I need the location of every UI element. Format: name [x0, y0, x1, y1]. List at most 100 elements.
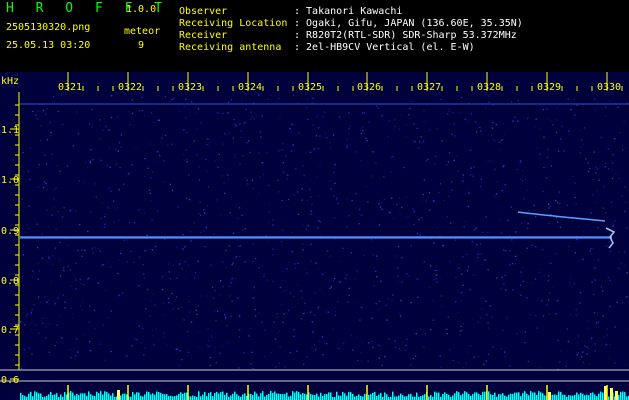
- noise-dot: [101, 264, 103, 266]
- noise-dot: [225, 317, 227, 319]
- noise-dot: [44, 296, 46, 299]
- level-bar: [438, 392, 440, 400]
- noise-dot: [128, 110, 130, 113]
- noise-dot: [79, 305, 82, 307]
- noise-dot: [319, 165, 321, 167]
- noise-dot: [230, 315, 232, 318]
- noise-dot: [107, 207, 109, 209]
- noise-dot: [36, 223, 38, 225]
- noise-dot: [241, 100, 243, 102]
- noise-dot: [244, 228, 246, 230]
- level-bar: [580, 392, 582, 400]
- noise-dot: [48, 323, 50, 325]
- level-bar: [534, 392, 536, 400]
- noise-dot: [591, 337, 593, 339]
- noise-dot: [600, 136, 602, 139]
- noise-dot: [613, 362, 616, 364]
- noise-dot: [279, 346, 281, 348]
- noise-dot: [481, 297, 484, 299]
- noise-dot: [467, 205, 470, 208]
- noise-dot: [430, 265, 432, 267]
- level-bar: [540, 392, 542, 400]
- noise-dot: [93, 309, 96, 312]
- noise-dot: [200, 231, 202, 234]
- noise-dot: [612, 225, 614, 227]
- noise-dot: [344, 277, 347, 279]
- noise-dot: [45, 163, 48, 165]
- noise-dot: [618, 177, 620, 180]
- noise-dot: [261, 162, 264, 164]
- noise-dot: [572, 175, 574, 177]
- noise-dot: [501, 276, 503, 278]
- noise-dot: [610, 250, 612, 252]
- noise-dot: [110, 190, 112, 192]
- noise-dot: [108, 147, 111, 150]
- level-bar: [318, 396, 320, 400]
- noise-dot: [152, 293, 155, 296]
- noise-dot: [231, 300, 233, 302]
- noise-dot: [593, 151, 595, 153]
- level-bar: [252, 395, 254, 400]
- noise-dot: [383, 176, 385, 178]
- noise-dot: [446, 164, 448, 166]
- noise-dot: [69, 209, 71, 212]
- noise-dot: [146, 234, 148, 236]
- noise-dot: [211, 286, 214, 288]
- noise-dot: [130, 250, 132, 253]
- noise-dot: [348, 127, 350, 130]
- noise-dot: [161, 232, 163, 234]
- noise-dot: [410, 364, 412, 366]
- noise-dot: [278, 150, 280, 152]
- noise-dot: [87, 277, 90, 279]
- noise-dot: [579, 152, 581, 154]
- noise-dot: [594, 267, 596, 269]
- level-bar: [20, 393, 22, 400]
- noise-dot: [279, 286, 281, 289]
- noise-dot: [249, 151, 251, 153]
- level-bar: [410, 393, 412, 400]
- noise-dot: [196, 128, 198, 130]
- noise-dot: [480, 253, 482, 255]
- level-bar: [110, 395, 112, 400]
- level-bar: [626, 396, 628, 400]
- noise-dot: [250, 363, 252, 365]
- noise-dot: [149, 315, 151, 317]
- noise-dot: [440, 366, 442, 368]
- level-bar: [340, 395, 342, 400]
- noise-dot: [50, 280, 53, 282]
- noise-dot: [547, 117, 549, 120]
- noise-dot: [145, 308, 147, 310]
- noise-dot: [413, 210, 415, 213]
- noise-dot: [144, 277, 146, 279]
- noise-dot: [413, 223, 415, 226]
- noise-dot: [144, 175, 146, 177]
- noise-dot: [606, 328, 608, 330]
- noise-dot: [412, 357, 414, 360]
- noise-dot: [52, 96, 55, 98]
- noise-dot: [280, 240, 283, 243]
- noise-dot: [557, 221, 559, 223]
- noise-dot: [138, 285, 140, 287]
- noise-dot: [582, 351, 584, 353]
- level-bar: [320, 392, 322, 400]
- noise-dot: [102, 324, 104, 326]
- level-bar: [542, 393, 544, 400]
- noise-dot: [131, 345, 134, 347]
- noise-dot: [215, 362, 217, 364]
- noise-dot: [29, 178, 31, 181]
- level-peak: [615, 391, 618, 400]
- noise-dot: [545, 166, 547, 168]
- level-bar: [190, 396, 192, 400]
- noise-dot: [223, 182, 225, 185]
- noise-dot: [237, 217, 239, 220]
- noise-dot: [611, 169, 614, 171]
- noise-dot: [289, 352, 292, 354]
- level-bar: [40, 393, 42, 400]
- noise-dot: [301, 318, 303, 320]
- noise-dot: [556, 131, 558, 134]
- noise-dot: [289, 128, 291, 130]
- noise-dot: [503, 133, 505, 136]
- noise-dot: [546, 156, 549, 159]
- noise-dot: [181, 268, 183, 270]
- noise-dot: [290, 131, 292, 134]
